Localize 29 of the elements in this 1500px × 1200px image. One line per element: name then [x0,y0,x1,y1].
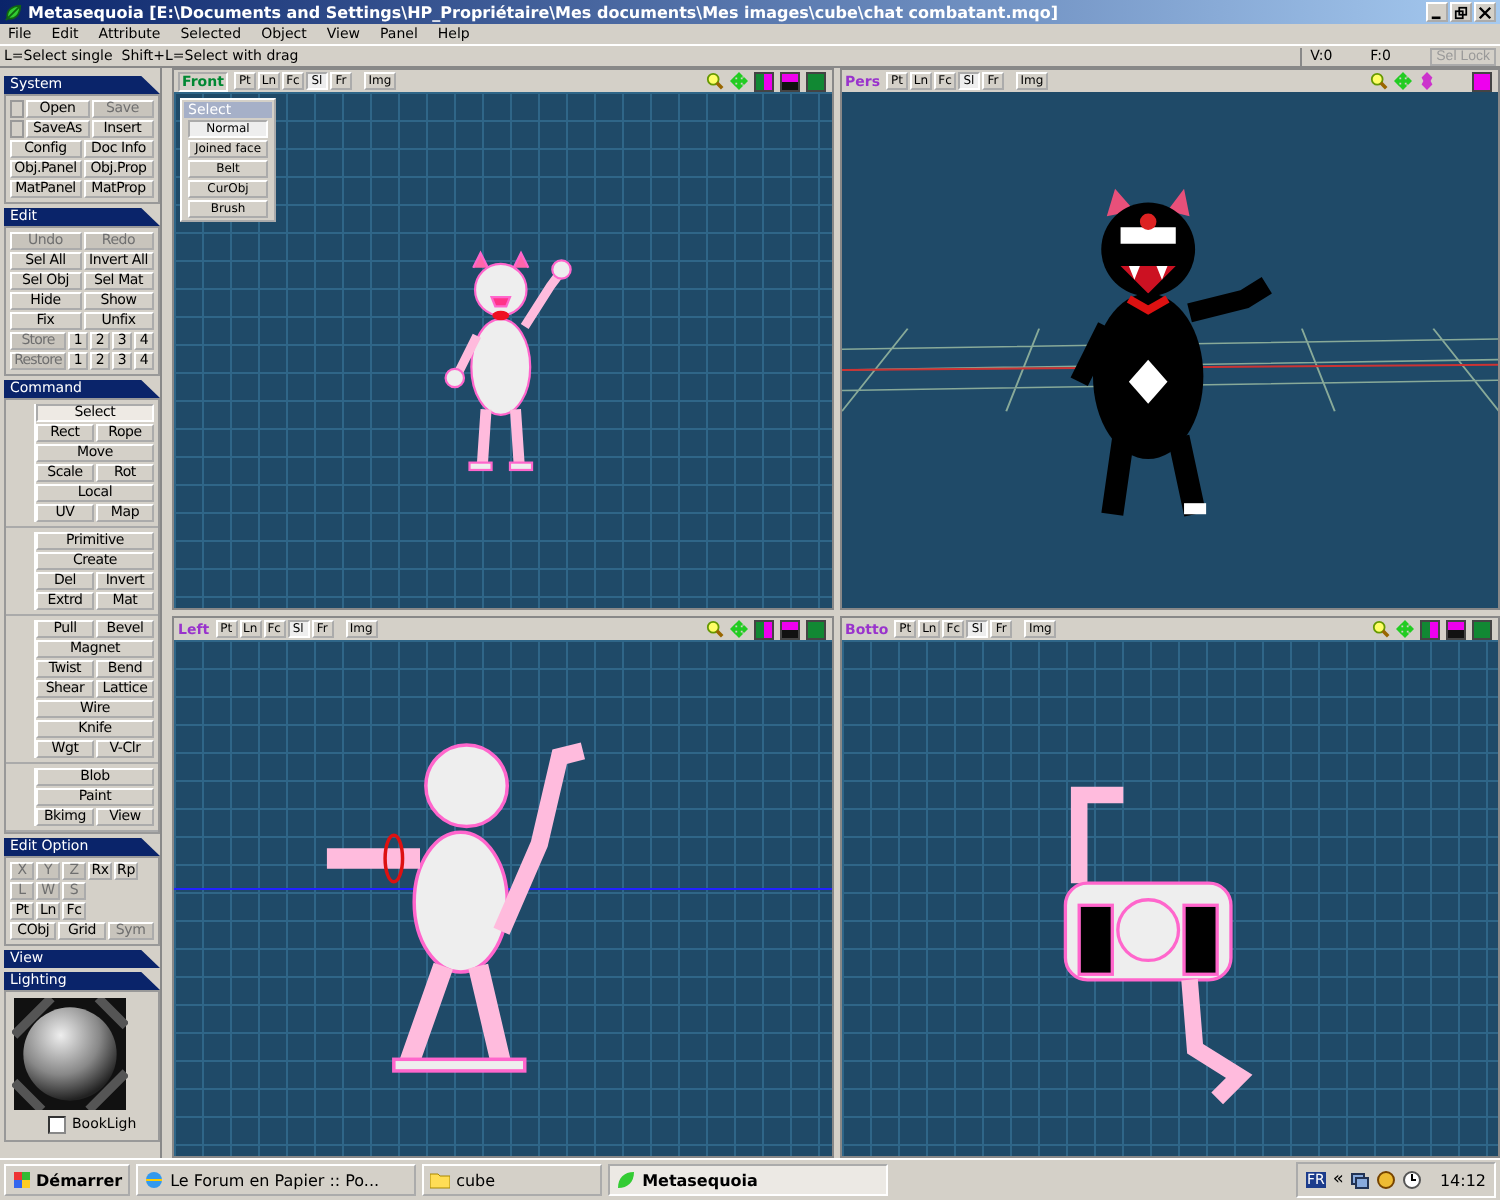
windows-flag-icon [12,1170,32,1190]
taskbar-button[interactable]: Metasequoia [608,1164,889,1196]
taskbar-button[interactable]: cube [422,1164,603,1196]
network-icon[interactable] [1349,1170,1370,1190]
close-icon [1478,5,1492,19]
tray-expand-button[interactable]: « [1332,1170,1344,1190]
viewport-canvas[interactable] [174,640,831,1156]
start-button[interactable]: Démarrer [4,1164,131,1196]
restore-button[interactable] [1450,2,1472,22]
rotate-icon[interactable] [1418,72,1436,90]
zoom-icon[interactable] [1370,72,1388,90]
clock-time: 14:12 [1439,1171,1486,1189]
zoom-icon[interactable] [705,620,723,638]
clock-icon[interactable] [1401,1170,1422,1190]
lighting-sphere-drawing[interactable] [12,998,128,1110]
folder-icon [430,1170,451,1190]
close-button[interactable] [1474,2,1496,22]
leaf-icon [616,1170,637,1190]
restore-icon [1454,5,1468,19]
viewport-canvas[interactable] [841,640,1498,1156]
viewport-canvas[interactable] [841,92,1498,608]
minimize-button[interactable] [1426,2,1448,22]
window-title: Metasequoia [E:\Documents and Settings\HP_Propriétaire\Mes documents\Mes images\cube\chat combatant.mqo] [28,3,1060,21]
leaf-icon [4,3,22,21]
zoom-icon[interactable] [1372,620,1390,638]
taskbar-button[interactable]: Le Forum en Papier :: Po... [136,1164,417,1196]
zoom-icon[interactable] [705,72,723,90]
view-mode-icon[interactable] [1472,71,1492,91]
checkbox[interactable] [48,1115,66,1133]
